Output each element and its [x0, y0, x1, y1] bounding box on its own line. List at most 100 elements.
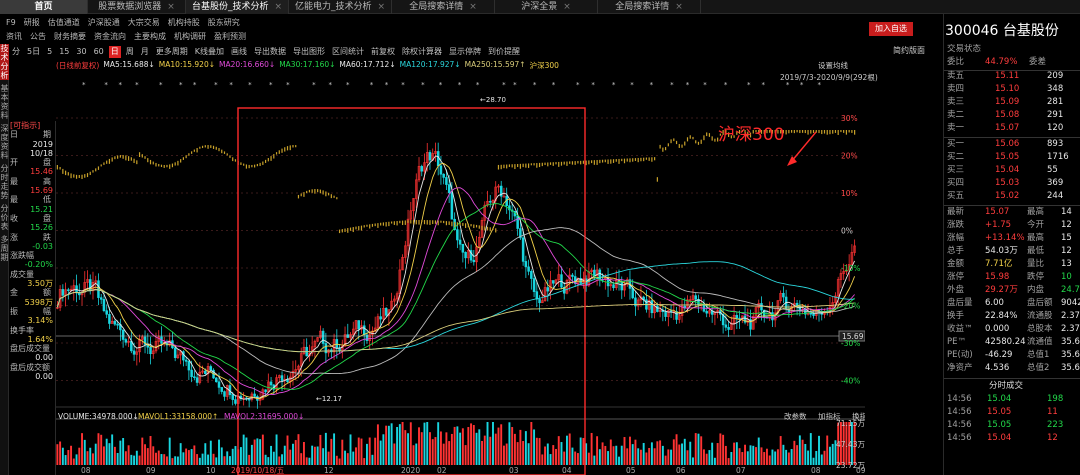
menu-item[interactable]: 研报 — [24, 16, 40, 30]
row-volume: 1716 — [1047, 152, 1069, 162]
info-label: 期 — [43, 130, 51, 140]
toolbar-item[interactable]: 日 — [108, 45, 121, 58]
menu-item[interactable]: 估值通道 — [48, 16, 80, 30]
simple-layout-button[interactable]: 简约版面 — [893, 45, 925, 56]
volume-bar — [508, 422, 511, 465]
info-label: 跌 — [43, 232, 51, 242]
index-overlay-mark — [459, 222, 461, 226]
tab-home[interactable]: 首页 — [0, 0, 88, 14]
menu-item[interactable]: 主要构成 — [134, 30, 166, 44]
close-icon[interactable]: × — [167, 2, 175, 12]
tab-global-search-2[interactable]: 全局搜索详情 × — [598, 0, 701, 14]
sidebar-tab-basic[interactable]: 基本资料 — [0, 84, 9, 120]
toolbar-item[interactable]: 到价提醒 — [486, 46, 522, 58]
index-overlay-mark — [538, 162, 541, 168]
sidebar-tab-technical[interactable]: 技术分析 — [0, 44, 9, 80]
toolbar-item[interactable]: K线叠加 — [193, 46, 226, 58]
menu-item[interactable]: 公告 — [30, 30, 46, 44]
tab-yineng-analysis[interactable]: 亿能电力_技术分析 × — [289, 0, 392, 14]
volume-bar — [92, 453, 94, 465]
toolbar-item[interactable]: 导出图形 — [291, 46, 327, 58]
tab-hushen-panorama[interactable]: 沪深全景 × — [495, 0, 598, 14]
toolbar-item[interactable]: 5 — [45, 46, 54, 58]
toolbar-item[interactable]: 5日 — [25, 46, 42, 58]
toolbar-item[interactable]: 60 — [92, 46, 106, 58]
menu-item[interactable]: 财务摘要 — [54, 30, 86, 44]
sidebar-tab-intraday[interactable]: 分时走势 — [0, 164, 9, 200]
info-value: 10/18 — [29, 148, 53, 158]
toolbar-item[interactable]: 导出数据 — [252, 46, 288, 58]
toolbar-item[interactable]: 显示停牌 — [447, 46, 483, 58]
ma250-value: MA250:15.597↑ — [464, 60, 526, 69]
toolbar-item[interactable]: 15 — [57, 46, 71, 58]
menu-item[interactable]: 资金流向 — [94, 30, 126, 44]
toolbar-item[interactable]: 画线 — [229, 46, 249, 58]
info-row: 换手率 — [10, 326, 55, 335]
sidebar-tab-multi-period[interactable]: 多周期 — [0, 235, 9, 262]
tick-time: 14:56 — [947, 407, 972, 417]
info-row: 3.14% — [10, 316, 55, 325]
tab-taiji-analysis[interactable]: 台基股份_技术分析 × — [186, 0, 289, 14]
index-overlay-mark — [478, 225, 480, 229]
x-axis-label: 2019/10/18/五 — [231, 466, 285, 475]
index-overlay-mark — [834, 130, 837, 133]
volume-bar — [670, 449, 673, 465]
info-label: 涨 — [10, 232, 18, 242]
menu-item[interactable]: 股东研究 — [208, 16, 240, 30]
volume-bar — [694, 433, 697, 465]
index-overlay-mark — [547, 162, 549, 167]
menu-item[interactable]: 机构持股 — [168, 16, 200, 30]
volume-bar — [653, 448, 656, 465]
add-to-watchlist-button[interactable]: 加入自选 — [869, 22, 913, 36]
volume-bar — [261, 434, 264, 465]
index-overlay-mark — [174, 162, 176, 166]
kline-chart-area[interactable]: 沪深300 ←28.70 ←12.17 15.69 30% 20% 10% 0% -10% -20… — [56, 70, 865, 475]
close-icon[interactable]: × — [675, 2, 683, 12]
index-overlay-mark — [489, 227, 491, 232]
volume-bar — [374, 437, 377, 465]
index-overlay-mark — [851, 130, 853, 133]
index-overlay-mark — [522, 163, 524, 168]
info-label: 开 — [10, 158, 18, 168]
index-overlay-mark — [588, 160, 590, 165]
index-overlay-mark — [654, 157, 656, 161]
sidebar-tab-price-table[interactable]: 分价表 — [0, 204, 9, 231]
tab-global-search[interactable]: 全局搜索详情 × — [392, 0, 495, 14]
stat-label-2: 总股本 — [1027, 324, 1053, 334]
menu-item[interactable]: 机构调研 — [174, 30, 206, 44]
index-overlay-mark — [62, 168, 64, 174]
menu-item[interactable]: 沪深股通 — [88, 16, 120, 30]
toolbar-item[interactable]: 前复权 — [369, 46, 397, 58]
candle-body — [532, 278, 536, 292]
toolbar-item[interactable]: 区间统计 — [330, 46, 366, 58]
tab-stock-browser[interactable]: 股票数据浏览器 × — [88, 0, 186, 14]
volume-bar — [697, 433, 700, 465]
volume-bar — [700, 436, 703, 465]
ma10-value: MA10:15.920↓ — [158, 60, 215, 69]
toolbar-item[interactable]: 月 — [139, 46, 151, 58]
sidebar-tab-deep[interactable]: 深度资料 — [0, 124, 9, 160]
kline-chart-svg[interactable]: 沪深300←28.70←12.1715.6930%20%10%0%-10%-20… — [56, 70, 865, 475]
index-overlay-mark — [182, 157, 184, 160]
volume-bar — [492, 422, 494, 465]
index-overlay-mark — [229, 155, 231, 158]
menu-item[interactable]: 资讯 — [6, 30, 22, 44]
close-icon[interactable]: × — [469, 2, 477, 12]
candle-body — [669, 310, 673, 312]
close-icon[interactable]: × — [563, 2, 571, 12]
volume-bar — [308, 457, 311, 465]
stat-label-2: 量比 — [1027, 259, 1045, 269]
menu-item[interactable]: F9 — [6, 16, 16, 30]
toolbar-item[interactable]: 周 — [124, 46, 136, 58]
toolbar-item[interactable]: 更多周期 — [154, 46, 190, 58]
menu-item[interactable]: 大宗交易 — [128, 16, 160, 30]
toolbar-item[interactable]: 30 — [74, 46, 88, 58]
menu-item[interactable]: 盈利预测 — [214, 30, 246, 44]
close-icon[interactable]: × — [274, 2, 282, 12]
row-price: 15.09 — [995, 97, 1020, 107]
toolbar-item[interactable]: 分 — [10, 46, 22, 58]
order-book-row: 买二 15.05 1716 — [947, 152, 1080, 163]
index-overlay-mark — [571, 161, 574, 165]
toolbar-item[interactable]: 除权计算器 — [400, 46, 444, 58]
close-icon[interactable]: × — [377, 2, 385, 12]
